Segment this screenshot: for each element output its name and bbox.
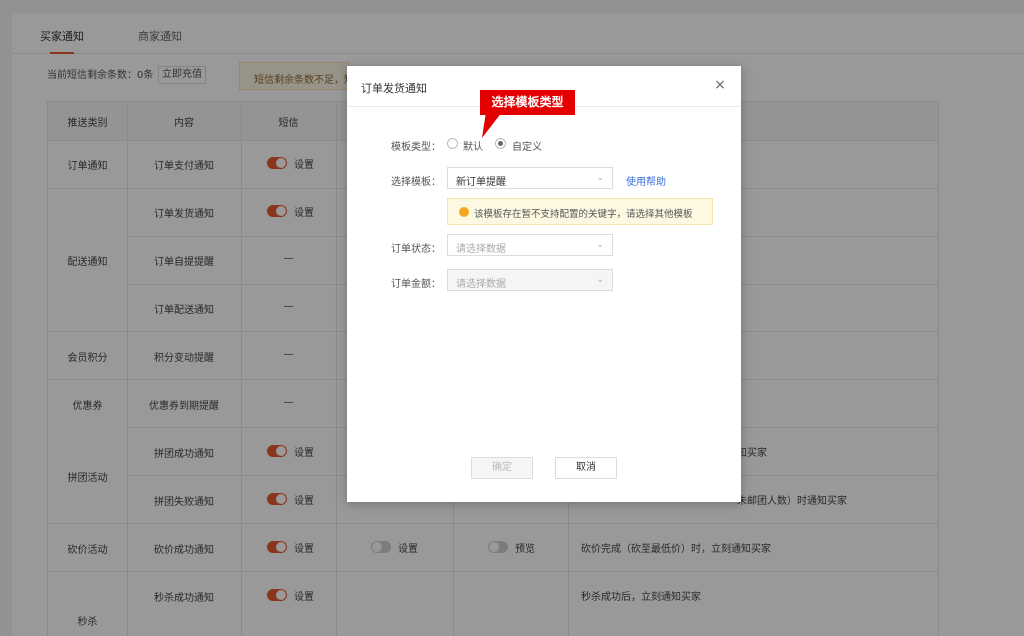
help-link[interactable]: 使用帮助 <box>626 173 666 188</box>
order-status-label: 订单状态： <box>391 244 441 255</box>
order-status-select[interactable]: 请选择数据 ⌄ <box>447 234 613 256</box>
callout-pointer <box>482 112 502 138</box>
chevron-down-icon: ⌄ <box>596 240 604 250</box>
close-icon[interactable]: × <box>713 78 727 92</box>
radio-custom[interactable] <box>495 138 506 149</box>
annotation-callout: 选择模板类型 <box>480 90 575 115</box>
radio-default-label[interactable]: 默认 <box>463 138 483 153</box>
warning-dot-icon <box>459 207 469 217</box>
template-select[interactable]: 新订单提醒 ⌄ <box>447 167 613 189</box>
template-type-label: 模板类型： <box>391 142 441 153</box>
order-amount-select[interactable]: 请选择数据 ⌄ <box>447 269 613 291</box>
dialog-title: 订单发货通知 <box>361 82 427 95</box>
order-shipping-notice-dialog: 订单发货通知 × 模板类型： 默认 自定义 选择模板： 新订单提醒 ⌄ 使用帮助… <box>347 66 741 502</box>
template-select-value: 新订单提醒 <box>456 177 506 188</box>
order-amount-label: 订单金额： <box>391 279 441 290</box>
chevron-down-icon: ⌄ <box>596 173 604 183</box>
confirm-button[interactable]: 确定 <box>471 457 533 479</box>
order-status-placeholder: 请选择数据 <box>456 244 506 255</box>
tip-text: 该模板存在暂不支持配置的关键字，请选择其他模板 <box>474 209 693 220</box>
cancel-button[interactable]: 取消 <box>555 457 617 479</box>
radio-custom-label[interactable]: 自定义 <box>512 138 542 153</box>
choose-template-label: 选择模板： <box>391 177 441 188</box>
order-amount-placeholder: 请选择数据 <box>456 279 506 290</box>
radio-default[interactable] <box>447 138 458 149</box>
template-warning-tip: 该模板存在暂不支持配置的关键字，请选择其他模板 <box>447 198 713 225</box>
chevron-down-icon: ⌄ <box>596 275 604 285</box>
